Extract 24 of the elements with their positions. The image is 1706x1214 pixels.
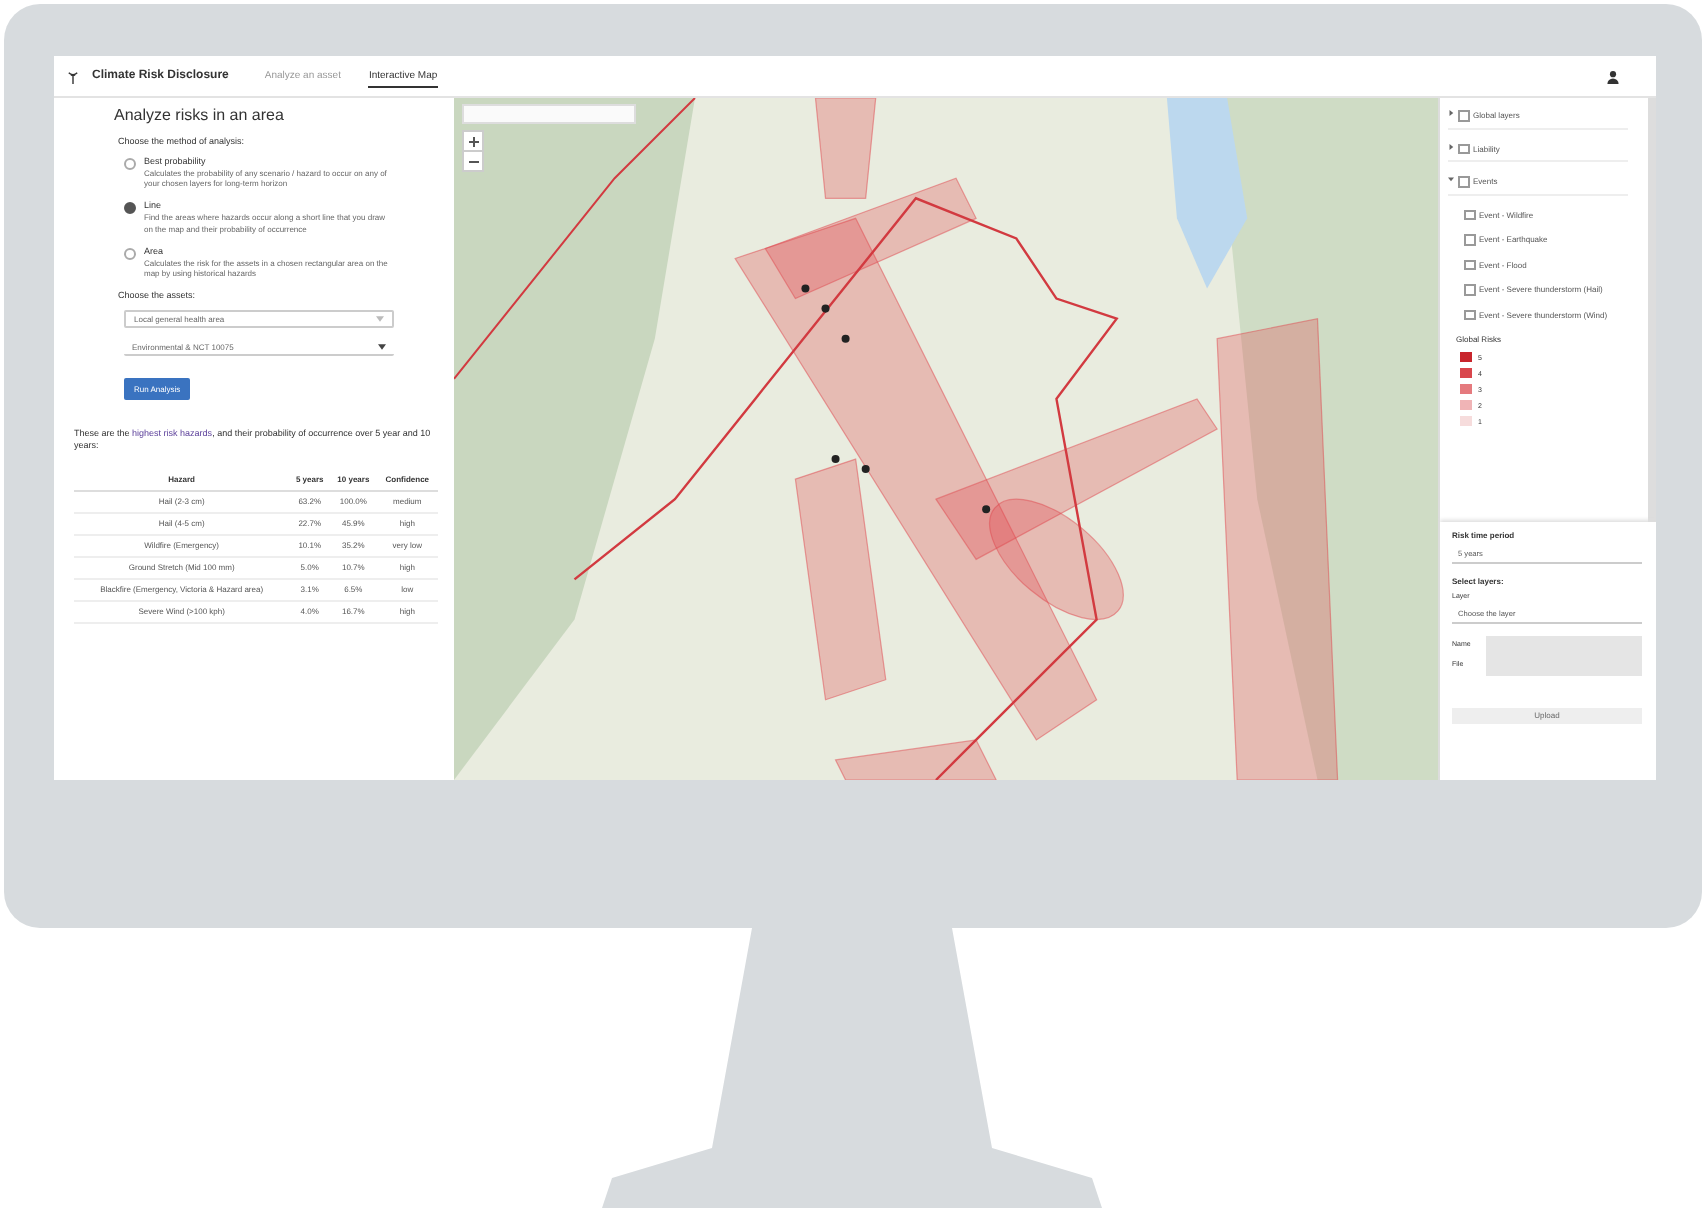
minus-icon xyxy=(467,155,479,167)
checkbox[interactable] xyxy=(1464,259,1475,270)
zoom-in-button[interactable] xyxy=(464,132,482,150)
checkbox[interactable] xyxy=(1458,110,1469,121)
checkbox[interactable] xyxy=(1458,143,1469,154)
radio-button[interactable] xyxy=(124,247,136,260)
antenna-icon xyxy=(66,69,80,83)
checkbox[interactable] xyxy=(1464,309,1475,320)
checkbox[interactable] xyxy=(1464,284,1475,295)
caret-icon xyxy=(378,343,386,350)
zoom-out-button[interactable] xyxy=(464,152,482,170)
map-search-field[interactable] xyxy=(462,104,636,124)
expand-icon[interactable] xyxy=(1448,110,1454,116)
panel-heading: Analyze risks in an area xyxy=(114,106,286,124)
checkbox[interactable] xyxy=(1464,209,1475,220)
caret-icon xyxy=(376,316,384,323)
expand-icon[interactable] xyxy=(1448,143,1454,149)
checkbox[interactable] xyxy=(1458,176,1469,187)
radio-button[interactable] xyxy=(124,158,136,170)
radio-button[interactable] xyxy=(124,202,136,215)
collapse-icon[interactable] xyxy=(1448,176,1454,182)
plus-icon xyxy=(467,135,479,147)
user-icon[interactable] xyxy=(1606,69,1620,83)
checkbox[interactable] xyxy=(1464,234,1475,245)
